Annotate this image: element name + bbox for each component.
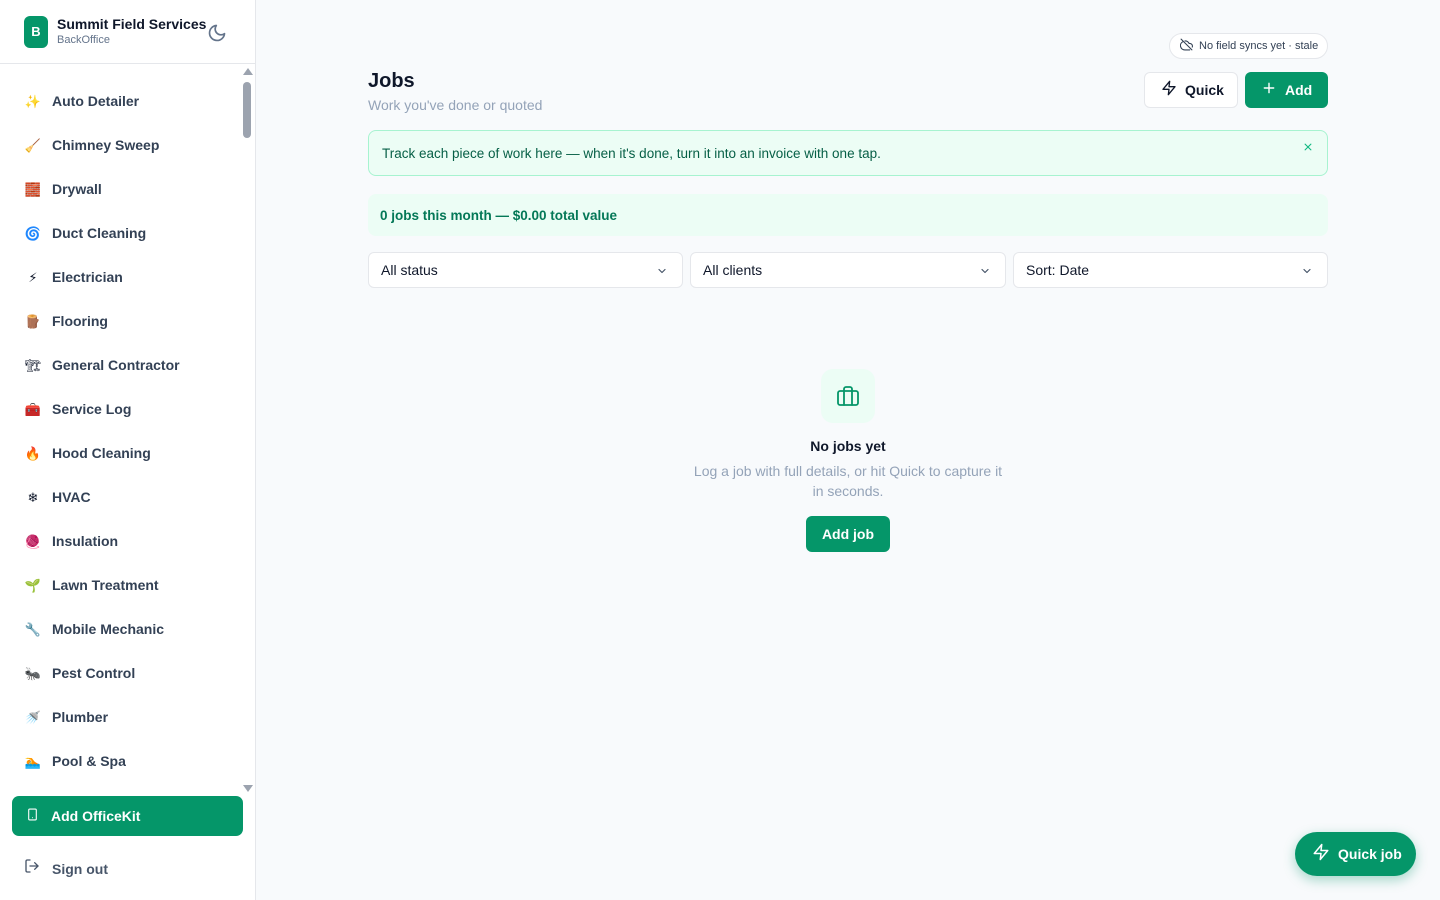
quick-job-fab[interactable]: Quick job	[1295, 832, 1416, 876]
sidebar-item[interactable]: ❄ HVAC	[0, 475, 240, 519]
add-button[interactable]: Add	[1245, 72, 1328, 108]
chevron-down-icon	[979, 264, 991, 276]
tip-text: Track each piece of work here — when it'…	[382, 145, 881, 161]
sidebar-item-label: Flooring	[52, 313, 108, 329]
add-job-button[interactable]: Add job	[806, 516, 890, 552]
add-button-label: Add	[1285, 82, 1313, 98]
sidebar-nav: ✨ Auto Detailer 🧹 Chimney Sweep 🧱 Drywall 🌀 Duc…	[0, 66, 240, 792]
toolbox-icon: 🧰	[24, 401, 42, 417]
lightning-icon	[1161, 80, 1177, 101]
sidebar-item-label: Service Log	[52, 401, 132, 417]
sync-status-badge: No field syncs yet · stale	[1169, 33, 1328, 59]
brand-subtitle: BackOffice	[57, 34, 110, 46]
sidebar-item-label: Mobile Mechanic	[52, 621, 165, 637]
sidebar-item[interactable]: 🌀 Duct Cleaning	[0, 211, 240, 255]
sparkles-icon: ✨	[24, 93, 42, 109]
sort-value: Sort: Date	[1026, 262, 1090, 278]
sidebar-item-label: Pool & Spa	[52, 753, 126, 769]
cloud-off-icon	[1179, 38, 1193, 54]
sidebar-item[interactable]: ✨ Auto Detailer	[0, 79, 240, 123]
lightning-icon	[1312, 843, 1330, 866]
close-icon[interactable]	[1301, 140, 1315, 154]
construction-icon: 🏗	[24, 357, 42, 373]
sidebar-item[interactable]: 🏗 General Contractor	[0, 343, 240, 387]
add-job-label: Add job	[821, 526, 875, 542]
ant-icon: 🐜	[24, 665, 42, 681]
sidebar-item[interactable]: 🔧 Mobile Mechanic	[0, 607, 240, 651]
sidebar-item-label: Chimney Sweep	[52, 137, 160, 153]
quick-job-label: Quick job	[1338, 846, 1402, 862]
add-officekit-button[interactable]: Add OfficeKit	[12, 796, 243, 836]
sidebar-item[interactable]: 🔥 Hood Cleaning	[0, 431, 240, 475]
lightning-icon: ⚡	[28, 269, 38, 285]
wood-icon: 🪵	[24, 313, 42, 329]
page-title: Jobs	[368, 70, 415, 92]
sidebar-item[interactable]: 🧹 Chimney Sweep	[0, 123, 240, 167]
sidebar-item-label: Auto Detailer	[52, 93, 140, 109]
snowflake-icon: ❄	[27, 489, 39, 505]
brand-name: Summit Field Services	[57, 16, 207, 32]
sidebar-item-label: Drywall	[52, 181, 102, 197]
sidebar-item[interactable]: 🧰 Service Log	[0, 387, 240, 431]
sidebar-scrollbar[interactable]	[241, 66, 254, 792]
chevron-down-icon	[656, 264, 668, 276]
fiber-icon: 🧶	[24, 533, 42, 549]
status-filter-select[interactable]: All status	[368, 252, 683, 288]
briefcase-icon	[821, 369, 875, 423]
sidebar-item[interactable]: 🧱 Drywall	[0, 167, 240, 211]
sidebar-item[interactable]: 🧶 Insulation	[0, 519, 240, 563]
sidebar-item-label: Hood Cleaning	[52, 445, 151, 461]
empty-state-description: Log a job with full details, or hit Quic…	[693, 463, 1003, 499]
page-subtitle: Work you've done or quoted	[368, 97, 543, 113]
sort-select[interactable]: Sort: Date	[1013, 252, 1328, 288]
scrollbar-thumb[interactable]	[243, 82, 251, 138]
sidebar-item[interactable]: 🏊 Pool & Spa	[0, 739, 240, 783]
sidebar-item-label: Electrician	[52, 269, 123, 285]
summary-text: 0 jobs this month — $0.00 total value	[380, 207, 618, 223]
sidebar-item-label: Duct Cleaning	[52, 225, 147, 241]
brand-header: B Summit Field Services BackOffice	[0, 0, 255, 64]
tip-banner: Track each piece of work here — when it'…	[368, 130, 1328, 176]
scroll-down-arrow-icon[interactable]	[243, 785, 253, 792]
swimmer-icon: 🏊	[24, 753, 42, 769]
sidebar-item[interactable]: ⚡ Electrician	[0, 255, 240, 299]
scroll-up-arrow-icon[interactable]	[243, 68, 253, 75]
sign-out-button[interactable]: Sign out	[24, 858, 108, 879]
sidebar-item-label: Pest Control	[52, 665, 136, 681]
sidebar: B Summit Field Services BackOffice ✨ Auto…	[0, 0, 256, 900]
sidebar-item[interactable]: 🪵 Flooring	[0, 299, 240, 343]
sidebar-item[interactable]: 🚿 Plumber	[0, 695, 240, 739]
sidebar-item-label: Plumber	[52, 709, 109, 725]
theme-toggle-moon-icon[interactable]	[206, 22, 228, 44]
sidebar-item[interactable]: 🌱 Lawn Treatment	[0, 563, 240, 607]
quick-button[interactable]: Quick	[1144, 72, 1238, 108]
brand-logo: B	[24, 15, 48, 48]
wrench-icon: 🔧	[24, 621, 42, 637]
broom-icon: 🧹	[24, 137, 42, 153]
brick-icon: 🧱	[24, 181, 42, 197]
cyclone-icon: 🌀	[24, 225, 42, 241]
sidebar-item-label: Insulation	[52, 533, 119, 549]
chevron-down-icon	[1301, 264, 1313, 276]
quick-button-label: Quick	[1185, 82, 1224, 98]
status-filter-value: All status	[381, 262, 438, 278]
sidebar-item-label: General Contractor	[52, 357, 180, 373]
clients-filter-value: All clients	[703, 262, 763, 278]
phone-icon	[26, 807, 39, 825]
plus-icon	[1262, 81, 1276, 100]
sign-out-label: Sign out	[52, 860, 108, 877]
add-officekit-label: Add OfficeKit	[51, 808, 141, 824]
faucet-icon: 🚿	[24, 709, 42, 725]
sidebar-item[interactable]: 🐜 Pest Control	[0, 651, 240, 695]
seedling-icon: 🌱	[24, 577, 42, 593]
empty-state-title: No jobs yet	[810, 438, 886, 454]
monthly-summary: 0 jobs this month — $0.00 total value	[368, 194, 1328, 236]
fire-icon: 🔥	[24, 445, 42, 461]
sidebar-item-label: Lawn Treatment	[52, 577, 159, 593]
sign-out-icon	[24, 858, 40, 879]
clients-filter-select[interactable]: All clients	[690, 252, 1006, 288]
sync-status-text: No field syncs yet · stale	[1199, 40, 1319, 52]
sidebar-item-label: HVAC	[52, 489, 91, 505]
